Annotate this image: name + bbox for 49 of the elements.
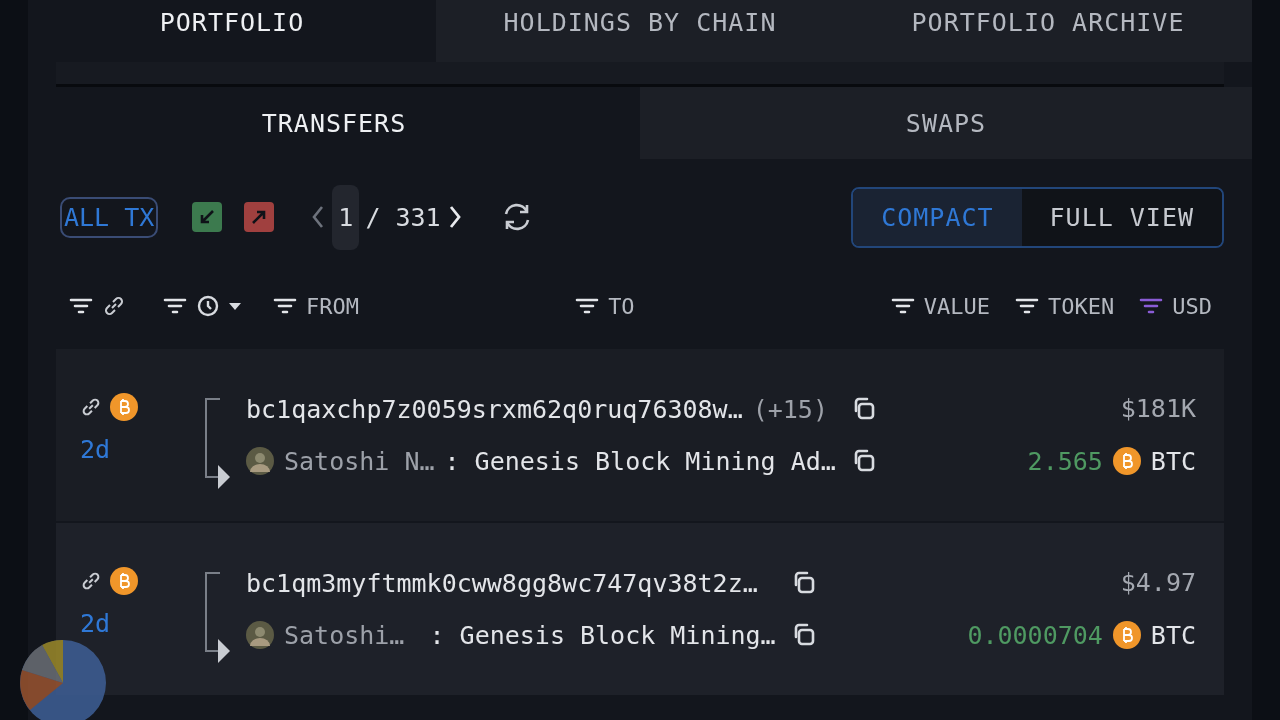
bitcoin-icon	[110, 567, 138, 595]
link-icon	[102, 294, 126, 318]
address-count: (+15)	[752, 394, 828, 424]
usd-value: $181K	[1120, 393, 1196, 425]
link-icon[interactable]	[80, 570, 102, 592]
to-name[interactable]: Satoshi…	[284, 620, 405, 650]
tab[interactable]: HOLDINGS BY CHAIN	[436, 0, 844, 62]
filter-icon[interactable]	[68, 296, 94, 316]
filter-icon[interactable]	[162, 296, 188, 316]
avatar	[246, 447, 274, 475]
incoming-icon[interactable]	[192, 202, 223, 232]
usd-value: $4.97	[1120, 567, 1196, 599]
to-label[interactable]: : Genesis Block Mining Ad…	[444, 446, 836, 476]
avatar	[246, 621, 274, 649]
tab[interactable]: SWAPS	[640, 87, 1252, 159]
page-total: / 331	[365, 202, 441, 232]
token-symbol: BTC	[1150, 446, 1196, 476]
time-ago: 2d	[80, 435, 112, 464]
filter-icon[interactable]	[889, 296, 916, 316]
transfer-row[interactable]: 2d bc1qm3myftmmk0cww8gg8wc747qv38t2z… Satoshi… : Genesis Block Mining… $4.97 0.0000704 BTC	[56, 523, 1224, 695]
view-option[interactable]: COMPACT	[853, 188, 1022, 246]
to-label[interactable]: : Genesis Block Mining…	[414, 620, 776, 650]
from-address[interactable]: bc1qm3myftmmk0cww8gg8wc747qv38t2z…	[246, 568, 758, 598]
bitcoin-icon	[110, 393, 138, 421]
filter-icon[interactable]	[574, 296, 601, 316]
outgoing-icon[interactable]	[244, 202, 275, 232]
column-header[interactable]: FROM	[306, 293, 359, 319]
caret-icon[interactable]	[228, 301, 242, 311]
column-header[interactable]: VALUE	[923, 293, 990, 319]
token-symbol: BTC	[1150, 620, 1196, 650]
column-header[interactable]: USD	[1172, 293, 1212, 319]
to-name[interactable]: Satoshi N…	[284, 446, 435, 476]
tab[interactable]: PORTFOLIO ARCHIVE	[844, 0, 1252, 62]
transfer-row[interactable]: 2d bc1qaxchp7z0059srxm62q0ruq76308w… (+15) Satoshi N… : Genesis Block Mining Ad… $181K 2.565 BTC	[56, 349, 1224, 521]
filter-icon[interactable]	[1014, 296, 1040, 316]
page-number[interactable]: 1	[332, 184, 360, 250]
filter-chip[interactable]: ALL TX	[60, 196, 159, 238]
clock-icon	[196, 294, 220, 318]
token-amount: 0.0000704	[967, 620, 1103, 650]
from-address[interactable]: bc1qaxchp7z0059srxm62q0ruq76308w…	[246, 394, 743, 424]
bitcoin-icon	[1112, 621, 1141, 649]
column-header[interactable]: TO	[608, 293, 635, 319]
column-header[interactable]: TOKEN	[1048, 293, 1115, 319]
time-ago: 2d	[80, 609, 112, 638]
bitcoin-icon	[1112, 447, 1141, 475]
pie-chart-icon[interactable]	[18, 638, 108, 720]
link-icon[interactable]	[80, 396, 102, 418]
token-amount: 2.565	[1027, 446, 1103, 476]
filter-icon[interactable]	[272, 296, 298, 316]
